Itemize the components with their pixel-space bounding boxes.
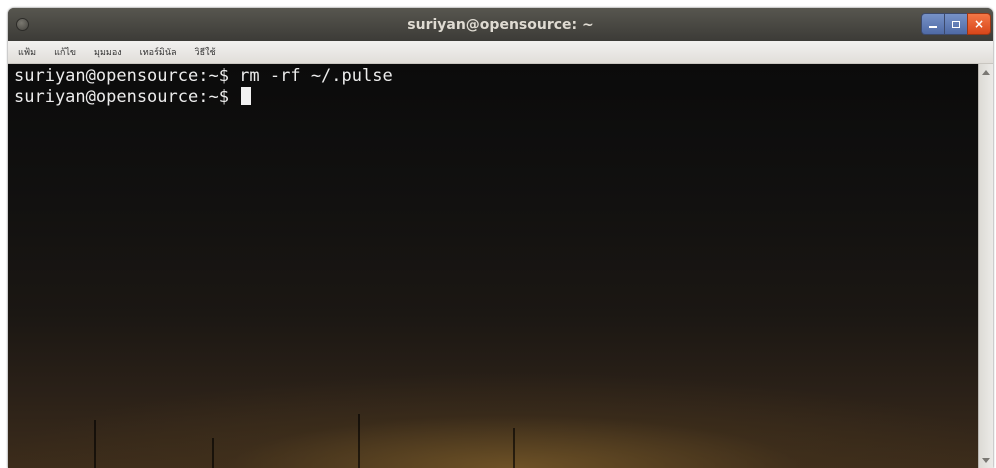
prompt: suriyan@opensource:~$ bbox=[14, 87, 229, 107]
terminal-line: suriyan@opensource:~$ bbox=[8, 87, 979, 108]
prompt: suriyan@opensource:~$ bbox=[14, 66, 229, 86]
menu-terminal[interactable]: เทอร์มินัล bbox=[140, 45, 177, 59]
terminal-window: suriyan@opensource: ~ × แฟ้ม แก้ไข มุมมอ… bbox=[8, 8, 993, 468]
terminal-line: suriyan@opensource:~$ rm -rf ~/.pulse bbox=[8, 66, 979, 87]
menu-bar: แฟ้ม แก้ไข มุมมอง เทอร์มินัล วิธีใช้ bbox=[8, 41, 993, 64]
close-icon: × bbox=[973, 17, 985, 31]
title-bar[interactable]: suriyan@opensource: ~ × bbox=[8, 8, 993, 41]
menu-file[interactable]: แฟ้ม bbox=[18, 45, 36, 59]
menu-view[interactable]: มุมมอง bbox=[94, 45, 122, 59]
text-cursor bbox=[241, 87, 252, 105]
window-controls: × bbox=[921, 13, 991, 35]
maximize-icon bbox=[952, 20, 960, 28]
minimize-button[interactable] bbox=[921, 13, 944, 35]
minimize-icon bbox=[929, 26, 937, 28]
arrow-down-icon bbox=[982, 457, 990, 463]
scroll-up-button[interactable] bbox=[979, 66, 993, 78]
vertical-scrollbar[interactable] bbox=[978, 64, 993, 468]
terminal-area[interactable]: suriyan@opensource:~$ rm -rf ~/.pulse su… bbox=[8, 64, 979, 468]
command-text bbox=[229, 87, 239, 107]
scroll-down-button[interactable] bbox=[979, 454, 993, 466]
background-silhouette bbox=[94, 420, 96, 468]
background-silhouette bbox=[513, 428, 515, 468]
menu-help[interactable]: วิธีใช้ bbox=[195, 45, 216, 59]
arrow-up-icon bbox=[982, 69, 990, 75]
maximize-button[interactable] bbox=[944, 13, 967, 35]
background-silhouette bbox=[212, 438, 214, 468]
window-menu-icon[interactable] bbox=[16, 18, 29, 31]
close-button[interactable]: × bbox=[967, 13, 991, 35]
command-text: rm -rf ~/.pulse bbox=[228, 66, 393, 86]
background-silhouette bbox=[358, 414, 360, 468]
window-title: suriyan@opensource: ~ bbox=[407, 16, 594, 33]
menu-edit[interactable]: แก้ไข bbox=[54, 45, 76, 59]
